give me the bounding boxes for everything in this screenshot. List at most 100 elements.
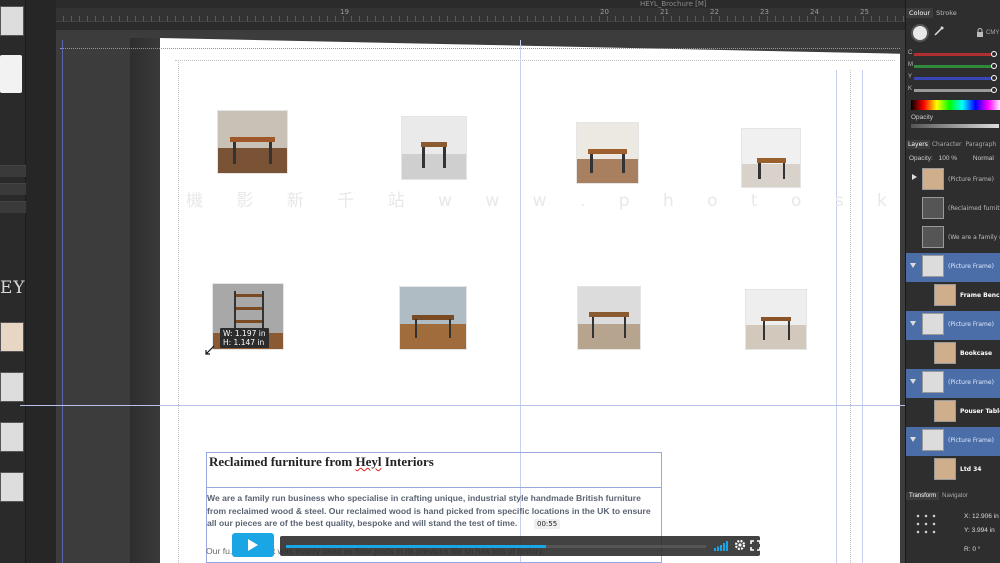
transform-r-row[interactable]: R: 0 °	[964, 546, 980, 553]
color-slider-row[interactable]: Y	[906, 74, 1000, 84]
tab-stroke[interactable]: Stroke	[933, 8, 960, 18]
page-thumbnail[interactable]	[0, 372, 24, 402]
ruler-tick: 23	[760, 8, 769, 16]
progress-bar[interactable]	[280, 536, 761, 556]
slider-label: C	[908, 50, 913, 56]
eyedropper-icon[interactable]	[934, 26, 944, 36]
color-model-label[interactable]: CMY	[986, 30, 999, 36]
r-label: R:	[964, 546, 971, 553]
color-slider-row[interactable]: K	[906, 86, 1000, 96]
layer-opacity-value[interactable]: 100 %	[939, 155, 957, 162]
page-thumbnail[interactable]	[0, 472, 24, 502]
slider-label: Y	[908, 74, 913, 80]
spellcheck-word: Heyl	[355, 454, 382, 469]
expand-triangle-icon[interactable]	[910, 321, 916, 326]
horizontal-ruler[interactable]: 19 20 21 22 23 24 25	[55, 8, 905, 22]
panel-row[interactable]	[0, 183, 28, 195]
slider-track[interactable]	[914, 89, 996, 92]
volume-icon[interactable]	[714, 541, 728, 551]
collapse-triangle-icon[interactable]	[912, 174, 917, 180]
page-thumbnail[interactable]	[0, 6, 24, 36]
app-window: HEYL_Brochure [M] 19 20 21 22 23 24 25 E…	[0, 0, 1000, 563]
tab-paragraph[interactable]: Paragraph	[963, 140, 998, 149]
layer-name: (Picture Frame)	[948, 437, 994, 444]
opacity-slider[interactable]	[911, 124, 999, 128]
picture-frame[interactable]	[577, 286, 641, 350]
tab-layers[interactable]: Layers	[906, 140, 930, 149]
watermark: 機 影 新 千 站 w w w . p h o t o s k s . v i …	[186, 191, 1000, 211]
color-spectrum[interactable]	[911, 100, 1000, 110]
layer-thumbnail	[934, 342, 956, 364]
layer-row[interactable]: (Picture Frame)	[906, 253, 1000, 282]
page-thumbnail[interactable]	[0, 422, 24, 452]
body-paragraph[interactable]: We are a family run business who special…	[207, 492, 659, 530]
picture-frame[interactable]	[576, 122, 639, 184]
picture-frame[interactable]	[745, 289, 807, 350]
tab-transform[interactable]: Transform	[906, 492, 940, 500]
headline[interactable]: Reclaimed furniture from Heyl Interiors	[209, 454, 434, 470]
play-icon	[248, 539, 258, 551]
page-shadow	[130, 38, 162, 563]
tab-colour[interactable]: Colour	[906, 8, 934, 18]
x-value[interactable]: 12.906 in	[972, 513, 999, 520]
page-thumbnail[interactable]	[0, 55, 22, 93]
layer-thumbnail	[934, 458, 956, 480]
layer-row[interactable]: (Picture Frame)	[906, 427, 1000, 456]
expand-triangle-icon[interactable]	[910, 437, 916, 442]
tab-navigator[interactable]: Navigator	[939, 492, 971, 500]
layer-row[interactable]: Ltd 34	[906, 456, 1000, 485]
lock-icon[interactable]	[976, 28, 984, 37]
height-readout: H: 1.147 in	[223, 338, 265, 347]
color-slider-row[interactable]: C	[906, 50, 1000, 60]
layer-row[interactable]: Frame Bench	[906, 282, 1000, 311]
slider-track[interactable]	[914, 53, 996, 56]
gear-icon[interactable]	[734, 539, 746, 551]
panel-row[interactable]	[0, 201, 28, 213]
layer-name: (Reclaimed furniture	[948, 205, 1000, 212]
tab-character[interactable]: Character	[930, 140, 964, 149]
slider-knob[interactable]	[990, 87, 997, 93]
color-slider-row[interactable]: M	[906, 62, 1000, 72]
ruler-tick: 19	[340, 8, 349, 16]
ruler-tick: 21	[660, 8, 669, 16]
layer-name: (We are a family run	[948, 234, 1000, 241]
blend-mode-select[interactable]: Normal	[973, 155, 994, 162]
layer-row[interactable]: (Picture Frame)	[906, 311, 1000, 340]
fill-swatch[interactable]	[911, 24, 929, 42]
transform-x-row[interactable]: X: 12.906 in	[964, 513, 999, 520]
r-value[interactable]: 0 °	[972, 546, 980, 553]
y-value[interactable]: 3.994 in	[972, 527, 995, 534]
progress-track[interactable]	[286, 545, 706, 548]
slider-knob[interactable]	[990, 63, 997, 69]
play-button[interactable]	[232, 533, 274, 557]
layer-row[interactable]: Pouser Table	[906, 398, 1000, 427]
slider-knob[interactable]	[990, 51, 997, 57]
panel-row[interactable]	[0, 165, 28, 177]
slider-knob[interactable]	[990, 75, 997, 81]
layer-thumbnail	[922, 313, 944, 335]
picture-frame[interactable]	[217, 110, 288, 174]
picture-frame[interactable]	[401, 116, 467, 180]
x-label: X:	[964, 513, 971, 520]
picture-frame[interactable]	[399, 286, 467, 350]
slider-track[interactable]	[914, 77, 996, 80]
layer-name: (Picture Frame)	[948, 176, 994, 183]
layer-row[interactable]: Bookcase	[906, 340, 1000, 369]
fullscreen-icon[interactable]	[750, 540, 761, 551]
layer-thumbnail	[922, 429, 944, 451]
layer-row[interactable]: (Reclaimed furniture	[906, 195, 1000, 224]
picture-frame[interactable]	[741, 128, 801, 188]
transform-y-row[interactable]: Y: 3.994 in	[964, 527, 995, 534]
layer-row[interactable]: (We are a family run	[906, 224, 1000, 253]
layer-row[interactable]: (Picture Frame)	[906, 166, 1000, 195]
anchor-grid[interactable]	[914, 512, 938, 536]
layer-row[interactable]: (Picture Frame)	[906, 369, 1000, 398]
slider-track[interactable]	[914, 65, 996, 68]
layer-thumbnail	[922, 226, 944, 248]
margin-guide	[850, 70, 851, 563]
ruler-tick: 20	[600, 8, 609, 16]
expand-triangle-icon[interactable]	[910, 263, 916, 268]
page-thumbnail[interactable]	[0, 322, 24, 352]
expand-triangle-icon[interactable]	[910, 379, 916, 384]
layer-thumbnail	[922, 197, 944, 219]
